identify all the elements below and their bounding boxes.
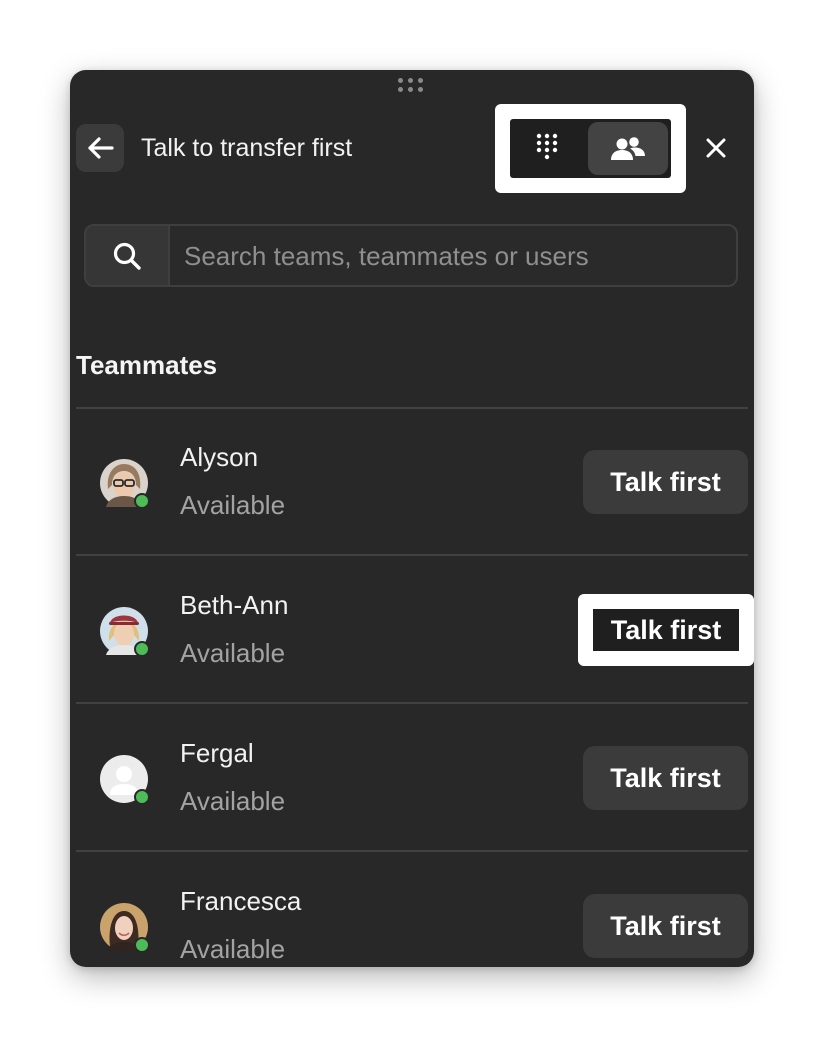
transfer-panel: Talk to transfer first Search teams, tea… (70, 70, 754, 967)
default-avatar-icon (100, 755, 150, 805)
avatar (100, 607, 150, 657)
teammate-name: Alyson (180, 442, 259, 472)
teammate-row: Fergal Available Talk first (70, 706, 754, 852)
divider (76, 702, 748, 704)
section-heading-teammates: Teammates (76, 350, 218, 380)
dialpad-tab-button[interactable] (514, 122, 580, 175)
close-icon (706, 138, 726, 158)
online-status-dot (134, 493, 150, 509)
talk-first-button[interactable]: Talk first (583, 894, 748, 958)
teammate-status: Available (180, 786, 286, 816)
avatar (100, 903, 150, 953)
mode-toggle (495, 104, 686, 193)
online-status-dot (134, 789, 150, 805)
talk-first-button[interactable]: Talk first (583, 746, 748, 810)
teammate-status: Available (180, 934, 286, 964)
teammate-name: Francesca (180, 886, 302, 916)
online-status-dot (134, 641, 150, 657)
online-status-dot (134, 937, 150, 953)
mode-toggle-group (510, 119, 671, 178)
teammate-name: Fergal (180, 738, 254, 768)
close-button[interactable] (698, 130, 734, 166)
divider (76, 850, 748, 852)
arrow-left-icon (88, 137, 114, 159)
search-icon-cell (86, 226, 170, 285)
people-icon (611, 136, 645, 160)
teammate-status: Available (180, 490, 286, 520)
talk-first-button[interactable]: Talk first (583, 450, 748, 514)
drag-handle-icon[interactable] (397, 76, 425, 94)
teammate-name: Beth-Ann (180, 590, 289, 620)
teammate-row: Francesca Available Talk first (70, 854, 754, 967)
teammate-row: Beth-Ann Available Talk first (70, 558, 754, 704)
teammate-row: Alyson Available Talk first (70, 410, 754, 556)
teammate-status: Available (180, 638, 286, 668)
people-tab-button[interactable] (588, 122, 668, 175)
divider (76, 554, 748, 556)
dialpad-icon (536, 133, 558, 159)
search-icon (113, 242, 141, 270)
divider (76, 407, 748, 409)
back-button[interactable] (76, 124, 124, 172)
search-box (84, 224, 738, 287)
avatar (100, 459, 150, 509)
page-title: Talk to transfer first (141, 134, 353, 162)
talk-first-button[interactable]: Talk first (578, 594, 754, 666)
search-input[interactable] (182, 226, 726, 287)
